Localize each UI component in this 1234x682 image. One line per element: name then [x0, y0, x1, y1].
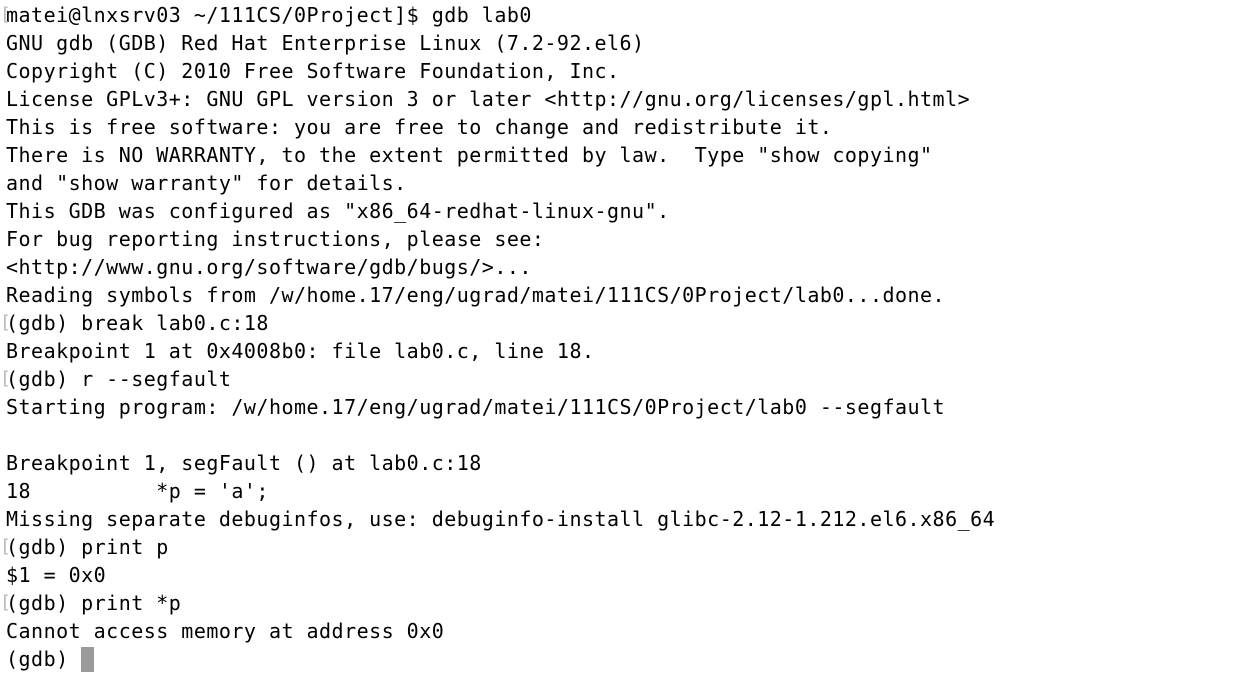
terminal-line: Reading symbols from /w/home.17/eng/ugra… [6, 281, 1234, 309]
prompt-text: (gdb) [6, 647, 82, 671]
line-mark: [ [0, 312, 11, 333]
terminal-line: [(gdb) print *p [0, 589, 1234, 617]
terminal-window[interactable]: [matei@lnxsrv03 ~/111CS/0Project]$ gdb l… [0, 0, 1234, 682]
line-mark: [ [0, 4, 11, 25]
terminal-line: [matei@lnxsrv03 ~/111CS/0Project]$ gdb l… [0, 1, 1234, 29]
terminal-line-text: (gdb) r --segfault [6, 367, 232, 391]
terminal-line-text: This is free software: you are free to c… [6, 115, 833, 139]
terminal-line: 18 *p = 'a'; [6, 477, 1234, 505]
terminal-line: <http://www.gnu.org/software/gdb/bugs/>.… [6, 253, 1234, 281]
terminal-prompt-line[interactable]: (gdb) [6, 645, 1234, 673]
terminal-line-text: For bug reporting instructions, please s… [6, 227, 545, 251]
terminal-line: Breakpoint 1, segFault () at lab0.c:18 [6, 449, 1234, 477]
terminal-output: [matei@lnxsrv03 ~/111CS/0Project]$ gdb l… [0, 1, 1234, 645]
terminal-line-text: (gdb) print p [6, 535, 169, 559]
terminal-line-text: License GPLv3+: GNU GPL version 3 or lat… [6, 87, 971, 111]
terminal-line-text: Missing separate debuginfos, use: debugi… [6, 507, 996, 531]
terminal-line-text: 18 *p = 'a'; [6, 479, 269, 503]
terminal-line: [(gdb) r --segfault [0, 365, 1234, 393]
terminal-line-text: matei@lnxsrv03 ~/111CS/0Project]$ gdb la… [6, 3, 532, 27]
terminal-line-text: (gdb) break lab0.c:18 [6, 311, 269, 335]
terminal-line-text: Cannot access memory at address 0x0 [6, 619, 445, 643]
terminal-line: This GDB was configured as "x86_64-redha… [6, 197, 1234, 225]
terminal-line: Copyright (C) 2010 Free Software Foundat… [6, 57, 1234, 85]
line-mark: [ [0, 536, 11, 557]
line-mark: [ [0, 592, 11, 613]
terminal-line: $1 = 0x0 [6, 561, 1234, 589]
terminal-line: For bug reporting instructions, please s… [6, 225, 1234, 253]
terminal-line-text: Breakpoint 1 at 0x4008b0: file lab0.c, l… [6, 339, 595, 363]
terminal-line: GNU gdb (GDB) Red Hat Enterprise Linux (… [6, 29, 1234, 57]
terminal-line: License GPLv3+: GNU GPL version 3 or lat… [6, 85, 1234, 113]
terminal-line-text: There is NO WARRANTY, to the extent perm… [6, 143, 933, 167]
terminal-line: Starting program: /w/home.17/eng/ugrad/m… [6, 393, 1234, 421]
terminal-line: Breakpoint 1 at 0x4008b0: file lab0.c, l… [6, 337, 1234, 365]
terminal-line-text: (gdb) print *p [6, 591, 182, 615]
terminal-line: and "show warranty" for details. [6, 169, 1234, 197]
terminal-line: This is free software: you are free to c… [6, 113, 1234, 141]
terminal-line: There is NO WARRANTY, to the extent perm… [6, 141, 1234, 169]
line-mark: [ [0, 368, 11, 389]
terminal-line-text: Reading symbols from /w/home.17/eng/ugra… [6, 283, 946, 307]
terminal-line-text: Starting program: /w/home.17/eng/ugrad/m… [6, 395, 946, 419]
text-cursor [81, 647, 95, 672]
terminal-line: Missing separate debuginfos, use: debugi… [6, 505, 1234, 533]
terminal-line-text: Breakpoint 1, segFault () at lab0.c:18 [6, 451, 482, 475]
terminal-line: Cannot access memory at address 0x0 [6, 617, 1234, 645]
terminal-line-text: $1 = 0x0 [6, 563, 107, 587]
terminal-line-text: <http://www.gnu.org/software/gdb/bugs/>.… [6, 255, 532, 279]
terminal-line: [(gdb) break lab0.c:18 [0, 309, 1234, 337]
terminal-line: [(gdb) print p [0, 533, 1234, 561]
terminal-line-text: This GDB was configured as "x86_64-redha… [6, 199, 670, 223]
terminal-line-text: GNU gdb (GDB) Red Hat Enterprise Linux (… [6, 31, 645, 55]
terminal-line-text: and "show warranty" for details. [6, 171, 407, 195]
terminal-line-text: Copyright (C) 2010 Free Software Foundat… [6, 59, 620, 83]
